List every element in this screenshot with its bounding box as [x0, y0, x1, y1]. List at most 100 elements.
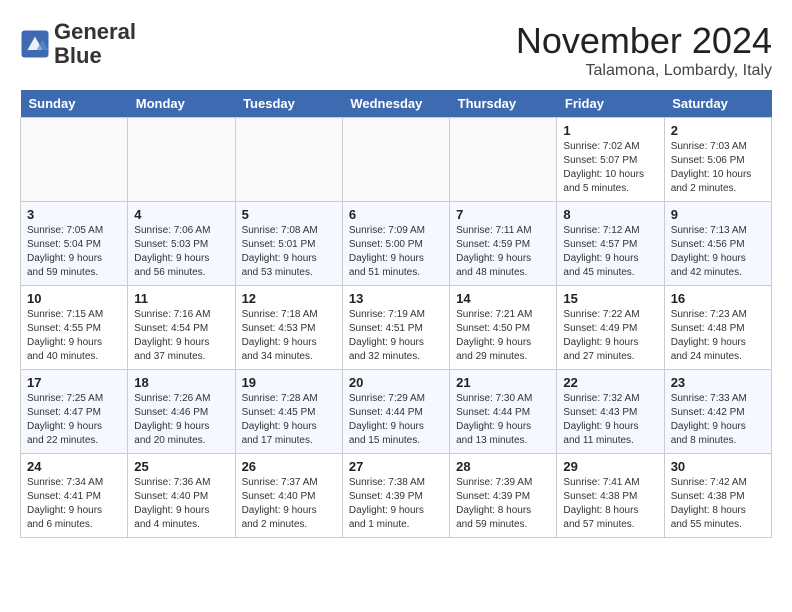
day-number: 17 — [27, 375, 121, 390]
calendar-cell: 9 Sunrise: 7:13 AMSunset: 4:56 PMDaylight… — [664, 202, 771, 286]
day-number: 18 — [134, 375, 228, 390]
logo: General Blue — [20, 20, 136, 68]
calendar-cell: 12 Sunrise: 7:18 AMSunset: 4:53 PMDayligh… — [235, 286, 342, 370]
day-info: Sunrise: 7:28 AMSunset: 4:45 PMDaylight:… — [242, 392, 336, 448]
day-info: Sunrise: 7:13 AMSunset: 4:56 PMDaylight:… — [671, 224, 765, 280]
day-number: 27 — [349, 459, 443, 474]
calendar-cell: 24 Sunrise: 7:34 AMSunset: 4:41 PMDayligh… — [21, 454, 128, 538]
day-number: 24 — [27, 459, 121, 474]
day-number: 25 — [134, 459, 228, 474]
calendar-header-sunday: Sunday — [21, 90, 128, 118]
day-info: Sunrise: 7:16 AMSunset: 4:54 PMDaylight:… — [134, 308, 228, 364]
calendar-cell: 13Sunrise: 7:19 AMSunset: 4:51 PMDayligh… — [342, 286, 449, 370]
calendar-cell: 25 Sunrise: 7:36 AMSunset: 4:40 PMDayligh… — [128, 454, 235, 538]
month-title: November 2024 — [516, 20, 772, 62]
day-number: 1 — [563, 123, 657, 138]
calendar-cell: 23 Sunrise: 7:33 AMSunset: 4:42 PMDayligh… — [664, 370, 771, 454]
calendar-cell: 29 Sunrise: 7:41 AMSunset: 4:38 PMDayligh… — [557, 454, 664, 538]
calendar-header-monday: Monday — [128, 90, 235, 118]
logo-icon — [20, 29, 50, 59]
day-number: 12 — [242, 291, 336, 306]
day-number: 7 — [456, 207, 550, 222]
day-number: 13 — [349, 291, 443, 306]
calendar-week-row: 1 Sunrise: 7:02 AMSunset: 5:07 PMDaylight… — [21, 118, 772, 202]
day-number: 5 — [242, 207, 336, 222]
day-info: Sunrise: 7:06 AMSunset: 5:03 PMDaylight:… — [134, 224, 228, 280]
day-number: 29 — [563, 459, 657, 474]
calendar-header-wednesday: Wednesday — [342, 90, 449, 118]
day-number: 8 — [563, 207, 657, 222]
calendar-cell: 3 Sunrise: 7:05 AMSunset: 5:04 PMDaylight… — [21, 202, 128, 286]
day-info: Sunrise: 7:02 AMSunset: 5:07 PMDaylight:… — [563, 140, 657, 196]
calendar-cell: 15 Sunrise: 7:22 AMSunset: 4:49 PMDayligh… — [557, 286, 664, 370]
calendar-table: SundayMondayTuesdayWednesdayThursdayFrid… — [20, 90, 772, 538]
day-info: Sunrise: 7:22 AMSunset: 4:49 PMDaylight:… — [563, 308, 657, 364]
calendar-header-tuesday: Tuesday — [235, 90, 342, 118]
day-number: 4 — [134, 207, 228, 222]
day-info: Sunrise: 7:34 AMSunset: 4:41 PMDaylight:… — [27, 476, 121, 532]
day-info: Sunrise: 7:37 AMSunset: 4:40 PMDaylight:… — [242, 476, 336, 532]
day-info: Sunrise: 7:30 AMSunset: 4:44 PMDaylight:… — [456, 392, 550, 448]
day-info: Sunrise: 7:41 AMSunset: 4:38 PMDaylight:… — [563, 476, 657, 532]
day-number: 6 — [349, 207, 443, 222]
day-number: 15 — [563, 291, 657, 306]
calendar-header-row: SundayMondayTuesdayWednesdayThursdayFrid… — [21, 90, 772, 118]
day-number: 9 — [671, 207, 765, 222]
page-header: General Blue November 2024 Talamona, Lom… — [20, 20, 772, 80]
calendar-cell: 22Sunrise: 7:32 AMSunset: 4:43 PMDayligh… — [557, 370, 664, 454]
calendar-cell: 26 Sunrise: 7:37 AMSunset: 4:40 PMDayligh… — [235, 454, 342, 538]
title-block: November 2024 Talamona, Lombardy, Italy — [516, 20, 772, 80]
calendar-week-row: 3 Sunrise: 7:05 AMSunset: 5:04 PMDaylight… — [21, 202, 772, 286]
day-info: Sunrise: 7:11 AMSunset: 4:59 PMDaylight:… — [456, 224, 550, 280]
calendar-cell: 6 Sunrise: 7:09 AMSunset: 5:00 PMDaylight… — [342, 202, 449, 286]
day-info: Sunrise: 7:39 AMSunset: 4:39 PMDaylight:… — [456, 476, 550, 532]
day-info: Sunrise: 7:18 AMSunset: 4:53 PMDaylight:… — [242, 308, 336, 364]
day-info: Sunrise: 7:29 AMSunset: 4:44 PMDaylight:… — [349, 392, 443, 448]
calendar-week-row: 17Sunrise: 7:25 AMSunset: 4:47 PMDayligh… — [21, 370, 772, 454]
day-number: 30 — [671, 459, 765, 474]
calendar-week-row: 10Sunrise: 7:15 AMSunset: 4:55 PMDayligh… — [21, 286, 772, 370]
calendar-header-friday: Friday — [557, 90, 664, 118]
calendar-cell: 7 Sunrise: 7:11 AMSunset: 4:59 PMDaylight… — [450, 202, 557, 286]
day-number: 22 — [563, 375, 657, 390]
day-info: Sunrise: 7:36 AMSunset: 4:40 PMDaylight:… — [134, 476, 228, 532]
day-info: Sunrise: 7:26 AMSunset: 4:46 PMDaylight:… — [134, 392, 228, 448]
calendar-cell: 30 Sunrise: 7:42 AMSunset: 4:38 PMDayligh… — [664, 454, 771, 538]
day-number: 26 — [242, 459, 336, 474]
day-number: 23 — [671, 375, 765, 390]
calendar-cell: 17Sunrise: 7:25 AMSunset: 4:47 PMDayligh… — [21, 370, 128, 454]
day-info: Sunrise: 7:05 AMSunset: 5:04 PMDaylight:… — [27, 224, 121, 280]
day-info: Sunrise: 7:42 AMSunset: 4:38 PMDaylight:… — [671, 476, 765, 532]
day-number: 11 — [134, 291, 228, 306]
calendar-cell: 28 Sunrise: 7:39 AMSunset: 4:39 PMDayligh… — [450, 454, 557, 538]
day-number: 21 — [456, 375, 550, 390]
calendar-cell: 5 Sunrise: 7:08 AMSunset: 5:01 PMDaylight… — [235, 202, 342, 286]
calendar-cell: 8Sunrise: 7:12 AMSunset: 4:57 PMDaylight… — [557, 202, 664, 286]
calendar-cell: 21 Sunrise: 7:30 AMSunset: 4:44 PMDayligh… — [450, 370, 557, 454]
day-number: 20 — [349, 375, 443, 390]
calendar-cell — [450, 118, 557, 202]
calendar-week-row: 24 Sunrise: 7:34 AMSunset: 4:41 PMDayligh… — [21, 454, 772, 538]
calendar-cell: 16Sunrise: 7:23 AMSunset: 4:48 PMDayligh… — [664, 286, 771, 370]
calendar-cell: 4 Sunrise: 7:06 AMSunset: 5:03 PMDaylight… — [128, 202, 235, 286]
calendar-cell — [342, 118, 449, 202]
day-info: Sunrise: 7:08 AMSunset: 5:01 PMDaylight:… — [242, 224, 336, 280]
day-number: 3 — [27, 207, 121, 222]
day-info: Sunrise: 7:38 AMSunset: 4:39 PMDaylight:… — [349, 476, 443, 532]
day-info: Sunrise: 7:33 AMSunset: 4:42 PMDaylight:… — [671, 392, 765, 448]
day-info: Sunrise: 7:03 AMSunset: 5:06 PMDaylight:… — [671, 140, 765, 196]
logo-text: General Blue — [54, 20, 136, 68]
calendar-cell: 18 Sunrise: 7:26 AMSunset: 4:46 PMDayligh… — [128, 370, 235, 454]
calendar-header-saturday: Saturday — [664, 90, 771, 118]
day-number: 28 — [456, 459, 550, 474]
day-number: 19 — [242, 375, 336, 390]
day-info: Sunrise: 7:23 AMSunset: 4:48 PMDaylight:… — [671, 308, 765, 364]
location-subtitle: Talamona, Lombardy, Italy — [516, 62, 772, 80]
day-info: Sunrise: 7:09 AMSunset: 5:00 PMDaylight:… — [349, 224, 443, 280]
day-info: Sunrise: 7:15 AMSunset: 4:55 PMDaylight:… — [27, 308, 121, 364]
calendar-cell: 19 Sunrise: 7:28 AMSunset: 4:45 PMDayligh… — [235, 370, 342, 454]
day-number: 2 — [671, 123, 765, 138]
calendar-header-thursday: Thursday — [450, 90, 557, 118]
day-number: 14 — [456, 291, 550, 306]
calendar-cell: 20 Sunrise: 7:29 AMSunset: 4:44 PMDayligh… — [342, 370, 449, 454]
